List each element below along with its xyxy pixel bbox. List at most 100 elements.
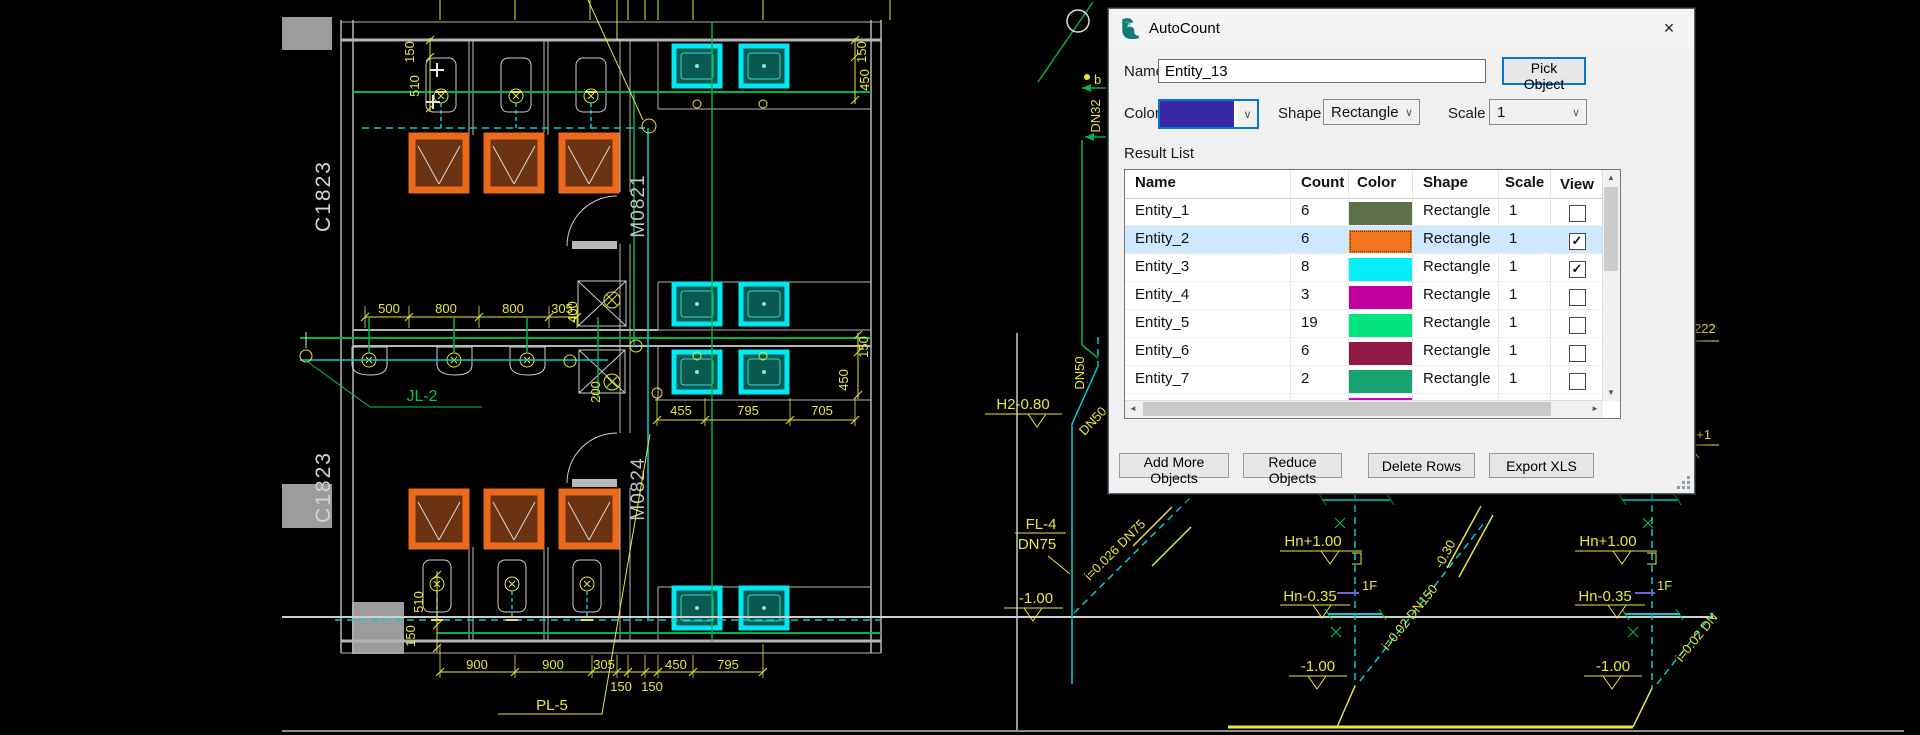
export-xls-button[interactable]: Export XLS [1489,453,1594,478]
wall-block [282,17,332,50]
result-list-label: Result List [1124,145,1194,162]
level-label: -1.00 [1301,658,1335,675]
chevron-down-icon[interactable]: ∨ [1238,101,1257,127]
add-more-objects-button[interactable]: Add More Objects [1119,453,1229,478]
row-color-chip [1349,314,1412,337]
sink [674,588,720,628]
color-label: Color [1124,105,1160,122]
dim-text: 150 [856,336,871,358]
row-color-cell [1349,282,1413,309]
row-scale-cell: 1 [1499,366,1551,393]
autocount-logo-icon [1119,17,1141,39]
text-fragment: 222 [1694,321,1716,336]
dim-text: 800 [502,301,524,316]
reduce-objects-button[interactable]: Reduce Objects [1243,453,1342,478]
horizontal-scroll-thumb[interactable] [1143,402,1551,416]
slope-label: i=0.02 DN [1672,610,1720,665]
dim-text: 150 [641,679,663,694]
result-rows: Entity_16Rectangle1Entity_26Rectangle1✓E… [1125,198,1603,401]
view-checkbox[interactable]: ✓ [1569,233,1586,250]
dim-text: 795 [717,657,739,672]
shape-label: Shape [1278,105,1321,122]
chevron-down-icon: ∨ [1572,106,1580,119]
dim-text: 800 [435,301,457,316]
row-color-chip [1349,286,1412,309]
view-checkbox[interactable] [1569,317,1586,334]
row-name-cell: Entity_3 [1125,254,1291,281]
delete-rows-button[interactable]: Delete Rows [1368,453,1475,478]
door-label: M0821 [628,174,649,237]
column-header-name[interactable]: Name [1125,170,1291,198]
dim-text: 450 [836,369,851,391]
scroll-left-icon[interactable]: ◄ [1125,401,1141,417]
view-checkbox[interactable] [1569,373,1586,390]
pipe-label-jl2: JL-2 [406,388,437,405]
horizontal-scrollbar[interactable]: ◄ ► [1125,400,1603,418]
pipe-label-fl4: FL-4 [1026,516,1057,533]
result-row[interactable]: Entity_38Rectangle1✓ [1125,254,1603,282]
dialog-titlebar[interactable]: AutoCount × [1109,9,1694,47]
level-label: Hn+1.00 [1579,533,1636,550]
vertical-scroll-thumb[interactable] [1604,187,1618,271]
scroll-up-icon[interactable]: ▲ [1603,170,1619,186]
shower-tray [487,136,541,190]
row-name-cell: Entity_7 [1125,366,1291,393]
column-header-color[interactable]: Color [1349,170,1413,198]
row-name-cell: Entity_6 [1125,338,1291,365]
shower-tray [487,492,541,546]
result-row[interactable]: Entity_66Rectangle1 [1125,338,1603,366]
column-header-shape[interactable]: Shape [1413,170,1499,198]
floor-label: 1F [1657,578,1672,593]
row-scale-cell: 1 [1499,254,1551,281]
name-input[interactable] [1158,59,1486,83]
scale-label: Scale [1448,105,1486,122]
result-row[interactable]: Entity_43Rectangle1 [1125,282,1603,310]
scale-select[interactable]: 1 ∨ [1489,99,1587,125]
level-label: -1.00 [1596,658,1630,675]
dim-text: 150 [403,625,418,647]
pick-object-button[interactable]: Pick Object [1502,57,1586,85]
result-row[interactable]: Entity_519Rectangle1 [1125,310,1603,338]
column-header-scale[interactable]: Scale [1499,170,1551,198]
row-view-cell [1551,338,1603,365]
pipe-label-dn75: DN75 [1018,536,1056,553]
row-view-cell [1551,366,1603,393]
row-view-cell: ✓ [1551,226,1603,253]
level-label: Hn-0.35 [1578,588,1631,605]
chevron-down-icon: ∨ [1405,106,1413,119]
row-name-cell: Entity_2 [1125,226,1291,253]
close-icon[interactable]: × [1656,15,1682,41]
level-label: Hn+1.00 [1284,533,1341,550]
row-view-cell [1551,198,1603,225]
dim-text: 455 [670,403,692,418]
dn32-valve: DN32 b [1038,2,1106,358]
level-label-h2: H2-0.80 [996,396,1049,413]
result-row[interactable]: Entity_72Rectangle1 [1125,366,1603,394]
row-count-cell: 6 [1291,226,1349,253]
row-shape-cell: Rectangle [1413,310,1499,337]
result-row[interactable]: Entity_16Rectangle1 [1125,198,1603,226]
pipe-label-dn32: DN32 [1088,99,1103,132]
view-checkbox[interactable] [1569,345,1586,362]
view-checkbox[interactable]: ✓ [1569,261,1586,278]
resize-grip[interactable] [1687,486,1690,489]
column-header-view[interactable]: View [1551,170,1603,198]
vertical-scrollbar[interactable]: ▲ ▼ [1602,170,1620,401]
wall-block [352,602,404,654]
row-shape-cell: Rectangle [1413,282,1499,309]
color-swatch [1160,101,1234,127]
scroll-down-icon[interactable]: ▼ [1603,385,1619,401]
result-row[interactable]: Entity_26Rectangle1✓ [1125,226,1603,254]
view-checkbox[interactable] [1569,205,1586,222]
shape-select[interactable]: Rectangle ∨ [1323,99,1420,125]
scroll-right-icon[interactable]: ► [1587,401,1603,417]
sink [741,588,787,628]
row-name-cell: Entity_5 [1125,310,1291,337]
column-header-count[interactable]: Count [1291,170,1349,198]
row-color-chip [1349,370,1412,393]
pipe-label-dn50: DN50 [1072,356,1087,389]
color-dropdown[interactable]: ∨ [1158,99,1259,129]
row-color-chip [1349,230,1412,253]
view-checkbox[interactable] [1569,289,1586,306]
row-color-cell [1349,366,1413,393]
